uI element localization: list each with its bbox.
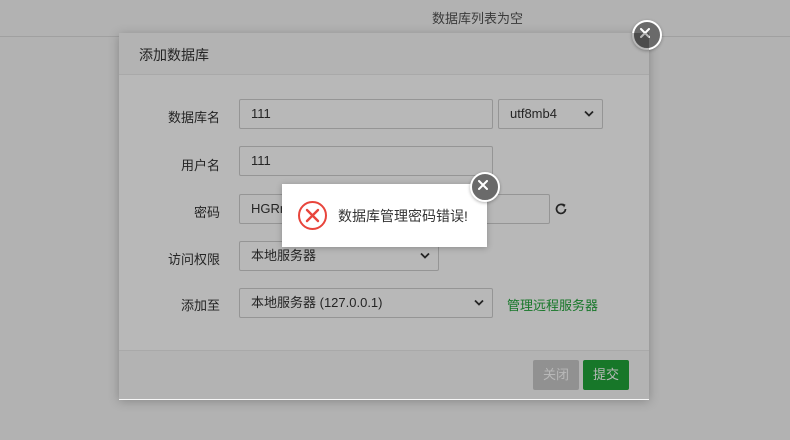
alert-close-button[interactable] bbox=[470, 172, 500, 202]
close-icon bbox=[478, 180, 488, 190]
error-alert: 数据库管理密码错误! bbox=[282, 184, 487, 247]
error-icon bbox=[298, 201, 327, 230]
alert-message: 数据库管理密码错误! bbox=[338, 208, 468, 224]
